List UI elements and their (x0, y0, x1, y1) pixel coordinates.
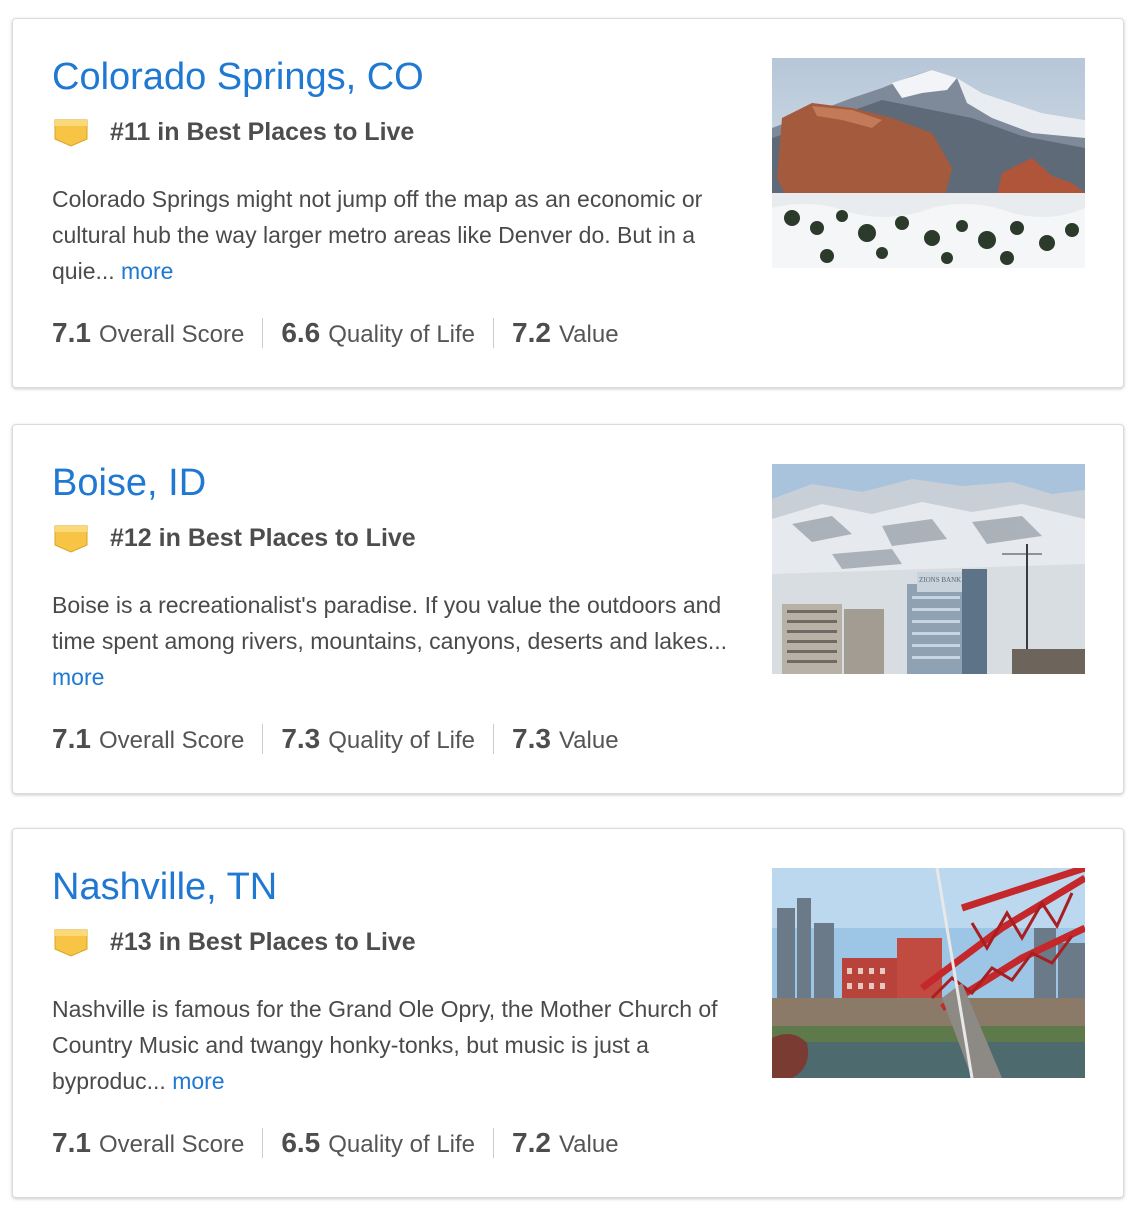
value-score: 7.2 Value (512, 1127, 619, 1159)
rank-row: #12 in Best Places to Live (54, 521, 416, 555)
description-text: Nashville is famous for the Grand Ole Op… (52, 996, 718, 1094)
place-description: Nashville is famous for the Grand Ole Op… (52, 991, 742, 1099)
rank-row: #13 in Best Places to Live (54, 925, 416, 959)
place-card: Nashville, TN #13 in Best Places to Live… (12, 828, 1124, 1198)
score-value: 7.2 (512, 317, 551, 348)
ribbon-badge-icon (54, 927, 88, 957)
place-photo[interactable] (772, 58, 1085, 268)
divider (493, 1128, 495, 1158)
score-label: Overall Score (98, 727, 245, 754)
place-title-link[interactable]: Nashville, TN (52, 863, 277, 911)
score-value: 7.1 (52, 723, 91, 754)
score-value: 6.6 (281, 317, 321, 348)
building-sign-text: ZIONS BANK (919, 576, 961, 584)
rank-text: #12 in Best Places to Live (110, 523, 416, 552)
more-link[interactable]: more (121, 258, 173, 284)
place-card: Colorado Springs, CO #11 in Best Places … (12, 18, 1124, 388)
place-title-link[interactable]: Colorado Springs, CO (52, 53, 424, 101)
score-value: 7.1 (52, 317, 91, 348)
score-label: Quality of Life (328, 321, 476, 348)
divider (493, 318, 495, 348)
score-value: 7.1 (52, 1127, 91, 1158)
score-label: Value (558, 1131, 619, 1158)
value-score: 7.2 Value (512, 317, 619, 349)
divider (493, 724, 495, 754)
ribbon-badge-icon (54, 523, 88, 553)
overall-score: 7.1 Overall Score (52, 317, 244, 349)
score-row: 7.1 Overall Score 7.3 Quality of Life 7.… (52, 721, 619, 757)
quality-of-life-score: 7.3 Quality of Life (281, 723, 475, 755)
score-label: Quality of Life (328, 1131, 476, 1158)
place-description: Colorado Springs might not jump off the … (52, 181, 742, 289)
place-card: Boise, ID #12 in Best Places to Live Boi… (12, 424, 1124, 794)
score-value: 6.5 (281, 1127, 321, 1158)
rank-text: #13 in Best Places to Live (110, 927, 416, 956)
score-row: 7.1 Overall Score 6.5 Quality of Life 7.… (52, 1125, 619, 1161)
place-description: Boise is a recreationalist's paradise. I… (52, 587, 742, 695)
place-photo[interactable]: ZIONS BANK (772, 464, 1085, 674)
score-row: 7.1 Overall Score 6.6 Quality of Life 7.… (52, 315, 619, 351)
divider (262, 1128, 264, 1158)
quality-of-life-score: 6.5 Quality of Life (281, 1127, 475, 1159)
rank-text: #11 in Best Places to Live (110, 117, 415, 146)
score-label: Value (558, 321, 619, 348)
ribbon-badge-icon (54, 117, 88, 147)
place-title-link[interactable]: Boise, ID (52, 459, 206, 507)
description-text: Boise is a recreationalist's paradise. I… (52, 592, 727, 654)
rank-row: #11 in Best Places to Live (54, 115, 414, 149)
score-label: Value (558, 727, 619, 754)
score-label: Overall Score (98, 321, 245, 348)
divider (262, 318, 264, 348)
score-value: 7.2 (512, 1127, 551, 1158)
divider (262, 724, 264, 754)
score-label: Quality of Life (328, 727, 476, 754)
more-link[interactable]: more (172, 1068, 224, 1094)
quality-of-life-score: 6.6 Quality of Life (281, 317, 475, 349)
score-label: Overall Score (98, 1131, 245, 1158)
more-link[interactable]: more (52, 664, 104, 690)
score-value: 7.3 (281, 723, 321, 754)
score-value: 7.3 (512, 723, 551, 754)
overall-score: 7.1 Overall Score (52, 1127, 244, 1159)
place-photo[interactable] (772, 868, 1085, 1078)
value-score: 7.3 Value (512, 723, 619, 755)
overall-score: 7.1 Overall Score (52, 723, 244, 755)
